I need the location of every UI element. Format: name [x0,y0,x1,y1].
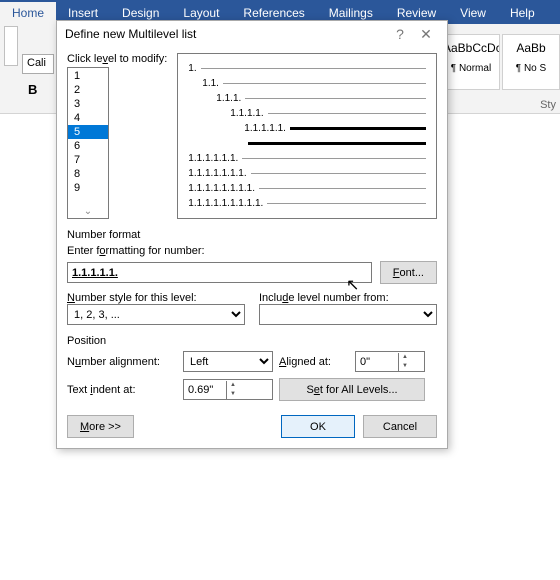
preview-row [188,137,426,150]
preview-number: 1.1.1.1.1.1.1.1. [188,183,255,194]
preview-row: 1. [188,62,426,75]
set-for-all-levels-button[interactable]: Set for All Levels... [279,378,425,401]
preview-line [251,173,426,174]
font-name-box[interactable]: Cali [22,54,54,74]
multilevel-list-dialog: Define new Multilevel list ? ✕ Click lev… [56,20,448,449]
preview-line [290,127,426,130]
level-item-4[interactable]: 4 [68,111,108,125]
close-button[interactable]: ✕ [413,26,439,43]
style-name: ¶ No S [516,63,546,74]
styles-group-label: Sty [540,99,556,111]
text-indent-spinner[interactable]: ▲▼ [183,379,273,400]
style-preview: AaBbCcDc [443,41,499,63]
preview-number: 1.1.1.1.1.1. [188,153,238,164]
preview-number: 1.1.1.1. [230,108,263,119]
spinner-down-icon[interactable]: ▼ [399,362,411,371]
include-level-label: Include level number from: [259,292,437,304]
preview-row: 1.1.1.1.1. [188,122,426,135]
preview-number: 1.1.1. [216,93,241,104]
aligned-at-input[interactable] [356,354,398,370]
tab-home[interactable]: Home [0,2,56,24]
dialog-titlebar: Define new Multilevel list ? ✕ [57,21,447,47]
level-item-5[interactable]: 5 [68,125,108,139]
style-nospacing[interactable]: AaBb ¶ No S [502,34,560,90]
include-level-select[interactable] [259,304,437,325]
level-item-3[interactable]: 3 [68,97,108,111]
level-item-1[interactable]: 1 [68,69,108,83]
chevron-down-icon: ⌄ [68,206,108,217]
preview-line [248,142,426,145]
styles-gallery: AaBbCcDc ¶ Normal AaBb ¶ No S [442,34,560,90]
number-alignment-select[interactable]: Left [183,351,273,372]
preview-line [242,158,426,159]
formatting-input[interactable] [67,262,372,283]
preview-number: 1.1.1.1.1. [244,123,286,134]
preview-row: 1.1.1.1.1.1.1.1.1. [188,197,426,210]
spinner-up-icon[interactable]: ▲ [399,353,411,362]
number-style-select[interactable]: 1, 2, 3, ... [67,304,245,325]
aligned-at-spinner[interactable]: ▲▼ [355,351,425,372]
preview-row: 1.1. [188,77,426,90]
preview-line [201,68,426,69]
number-format-group-label: Number format [67,229,437,241]
aligned-at-label: Aligned at: [279,356,349,368]
tab-help[interactable]: Help [498,2,547,24]
spinner-down-icon[interactable]: ▼ [227,390,239,399]
preview-line [259,188,426,189]
style-preview: AaBb [503,41,559,63]
preview-number: 1.1. [202,78,219,89]
level-item-7[interactable]: 7 [68,153,108,167]
font-button[interactable]: Font... [380,261,437,284]
level-list[interactable]: 123456789 ⌄ [67,67,109,219]
position-group-label: Position [67,335,437,347]
dialog-title: Define new Multilevel list [65,27,387,41]
enter-formatting-label: Enter formatting for number: [67,245,205,257]
preview-row: 1.1.1.1.1.1.1.1. [188,182,426,195]
spinner-up-icon[interactable]: ▲ [227,381,239,390]
preview-line [268,113,426,114]
preview-row: 1.1.1.1.1.1. [188,152,426,165]
click-level-label: Click level to modify: [67,53,167,65]
preview-line [245,98,426,99]
preview-row: 1.1.1.1.1.1.1. [188,167,426,180]
preview-row: 1.1.1.1. [188,107,426,120]
preview-number: 1. [188,63,196,74]
level-item-6[interactable]: 6 [68,139,108,153]
style-name: ¶ Normal [451,63,491,74]
text-indent-input[interactable] [184,382,226,398]
preview-line [267,203,426,204]
number-style-label: Number style for this level: [67,292,245,304]
number-alignment-label: Number alignment: [67,356,177,368]
ok-button[interactable]: OK [281,415,355,438]
preview-number: 1.1.1.1.1.1.1. [188,168,246,179]
preview-row: 1.1.1. [188,92,426,105]
preview-line [223,83,426,84]
clipboard-group [4,26,18,66]
style-normal[interactable]: AaBbCcDc ¶ Normal [442,34,500,90]
help-button[interactable]: ? [387,26,413,42]
preview-number: 1.1.1.1.1.1.1.1.1. [188,198,263,209]
level-item-9[interactable]: 9 [68,181,108,195]
level-item-2[interactable]: 2 [68,83,108,97]
cancel-button[interactable]: Cancel [363,415,437,438]
text-indent-label: Text indent at: [67,384,177,396]
list-preview: 1.1.1.1.1.1.1.1.1.1.1.1.1.1.1.1.1.1.1.1.… [177,53,437,219]
bold-button[interactable]: B [28,82,37,97]
more-button[interactable]: More >> [67,415,134,438]
tab-view[interactable]: View [448,2,498,24]
level-item-8[interactable]: 8 [68,167,108,181]
